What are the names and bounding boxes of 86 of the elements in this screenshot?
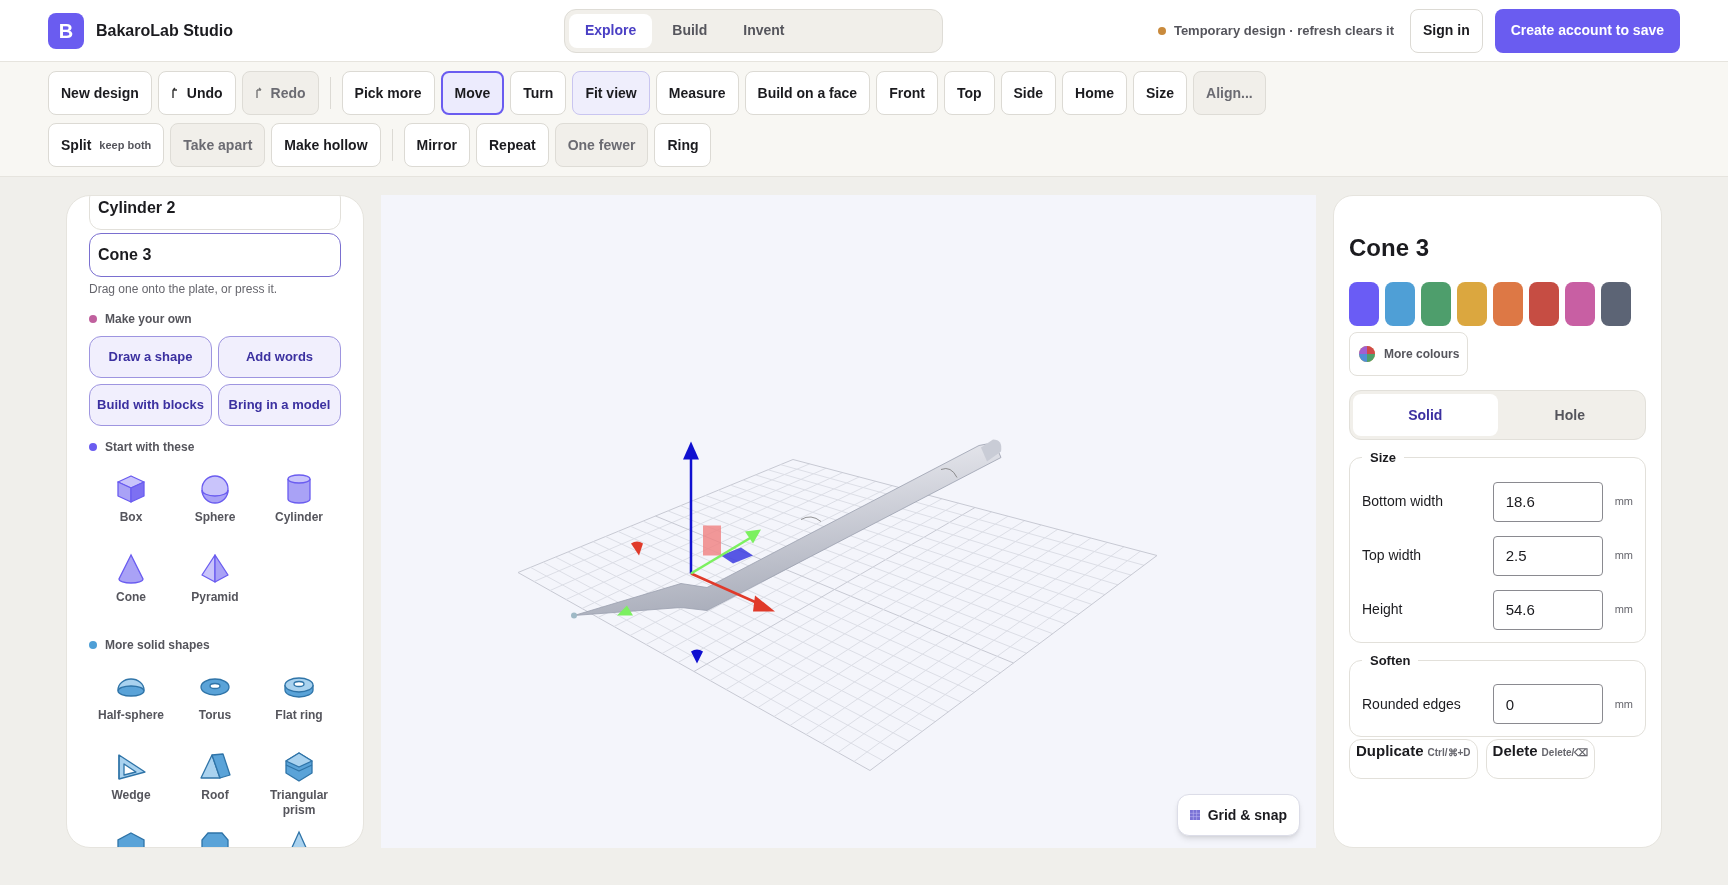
toolbar-button[interactable]: New design — [48, 71, 152, 115]
viewport-canvas[interactable]: Grid & snap — [381, 195, 1316, 848]
prism-icon — [282, 750, 316, 784]
part-list-item[interactable]: Cylinder 2 — [89, 196, 341, 230]
toolbar-button[interactable]: Size — [1133, 71, 1187, 115]
toolbar-button[interactable]: Make hollow — [271, 123, 381, 167]
toolbar-button[interactable]: Mirror — [403, 123, 470, 167]
shape-tile[interactable]: Cylinder — [257, 464, 341, 544]
colour-swatch[interactable] — [1421, 282, 1451, 326]
toolbar-button[interactable]: Split keep both — [48, 123, 165, 167]
colour-swatch[interactable] — [1601, 282, 1631, 326]
app-name: BakaroLab Studio — [96, 20, 233, 41]
move-gizmo-drawing[interactable] — [617, 441, 775, 664]
redo-icon — [254, 87, 263, 99]
shape-tile[interactable]: Sphere — [173, 464, 257, 544]
more-colours-button[interactable]: More colours — [1349, 332, 1469, 376]
unit-label: mm — [1614, 494, 1633, 510]
section-title: Make your own — [105, 311, 192, 328]
shape-tile[interactable]: Roof — [173, 742, 257, 822]
shape-tile[interactable]: Pyramid — [173, 544, 257, 624]
colour-swatch[interactable] — [1529, 282, 1559, 326]
undo-icon — [170, 87, 179, 99]
toolbar-button[interactable]: Side — [1000, 71, 1057, 115]
unit-label: mm — [1614, 602, 1633, 618]
group-title: Size — [1369, 449, 1397, 467]
shape-icon[interactable] — [114, 830, 148, 847]
field-label: Bottom width — [1362, 492, 1444, 511]
colour-swatch[interactable] — [1493, 282, 1523, 326]
type-tab[interactable]: Hole — [1497, 394, 1642, 436]
unit-label: mm — [1614, 696, 1633, 712]
sphere-icon — [198, 472, 232, 506]
section-title: Start with these — [105, 439, 195, 456]
colour-swatch[interactable] — [1565, 282, 1595, 326]
toolbar-button[interactable]: Front — [876, 71, 938, 115]
shape-tile[interactable]: Half-sphere — [89, 662, 173, 742]
field-label: Height — [1362, 600, 1404, 619]
shape-tile[interactable]: Cone — [89, 544, 173, 624]
create-button[interactable]: Draw a shape — [89, 336, 212, 378]
toolbar-button[interactable]: Home — [1062, 71, 1127, 115]
field-label: Top width — [1362, 546, 1423, 565]
colour-wheel-icon — [1358, 345, 1376, 363]
part-list-item[interactable]: Cone 3 — [89, 233, 341, 277]
section-title: More solid shapes — [105, 637, 210, 654]
toolbar-button[interactable]: Repeat — [476, 123, 549, 167]
toolbar-button[interactable]: Pick more — [341, 71, 435, 115]
type-tab[interactable]: Solid — [1353, 394, 1498, 436]
mode-tab[interactable]: Explore — [568, 13, 653, 48]
toolbar-button[interactable]: Build on a face — [744, 71, 871, 115]
toolbar-button[interactable]: Turn — [510, 71, 567, 115]
toolbar-button[interactable]: Ring — [654, 123, 712, 167]
group-title: Soften — [1369, 651, 1412, 670]
shape-tile[interactable]: Wedge — [89, 742, 173, 822]
app-logo: B — [48, 12, 84, 49]
shape-icon[interactable] — [198, 830, 232, 847]
number-field[interactable]: 0 — [1492, 684, 1603, 724]
parts-hint: Drag one onto the plate, or press it. — [89, 281, 279, 298]
colour-swatch[interactable] — [1385, 282, 1415, 326]
colour-swatch[interactable] — [1457, 282, 1487, 326]
shape-tile[interactable]: Triangular prism — [257, 742, 341, 822]
shape-tile[interactable]: Box — [89, 464, 173, 544]
create-account-button[interactable]: Create account to save — [1494, 8, 1680, 53]
create-button[interactable]: Build with blocks — [89, 384, 212, 426]
inspector-title: Cone 3 — [1349, 233, 1430, 263]
colour-swatch[interactable] — [1349, 282, 1379, 326]
toolbar-button[interactable]: Fit view — [572, 71, 650, 115]
create-button[interactable]: Bring in a model — [218, 384, 341, 426]
mode-tab[interactable]: Build — [656, 13, 724, 48]
toolbar-button[interactable]: Move — [440, 71, 505, 115]
action-button[interactable]: Duplicate Ctrl/⌘+D — [1349, 739, 1478, 779]
sign-in-button[interactable]: Sign in — [1410, 8, 1483, 53]
grid-icon — [1189, 810, 1200, 820]
grid-snap-button[interactable]: Grid & snap — [1176, 794, 1300, 836]
action-button[interactable]: Delete Delete/⌫ — [1485, 739, 1596, 779]
toolbar-button[interactable]: Top — [943, 71, 995, 115]
toolbar-button[interactable]: Undo — [157, 71, 236, 115]
status-text: Temporary design · refresh clears it — [1173, 21, 1395, 40]
mode-tab[interactable]: Invent — [727, 13, 801, 48]
shape-tile[interactable]: Torus — [173, 662, 257, 742]
number-field[interactable]: 2.5 — [1492, 535, 1603, 576]
create-button[interactable]: Add words — [218, 336, 341, 378]
shape-tile[interactable]: Flat ring — [257, 662, 341, 742]
toolbar-button[interactable]: Measure — [655, 71, 739, 115]
number-field[interactable]: 18.6 — [1492, 481, 1603, 522]
number-field[interactable]: 54.6 — [1492, 589, 1603, 630]
field-label: Rounded edges — [1362, 694, 1462, 714]
unit-label: mm — [1614, 548, 1633, 564]
